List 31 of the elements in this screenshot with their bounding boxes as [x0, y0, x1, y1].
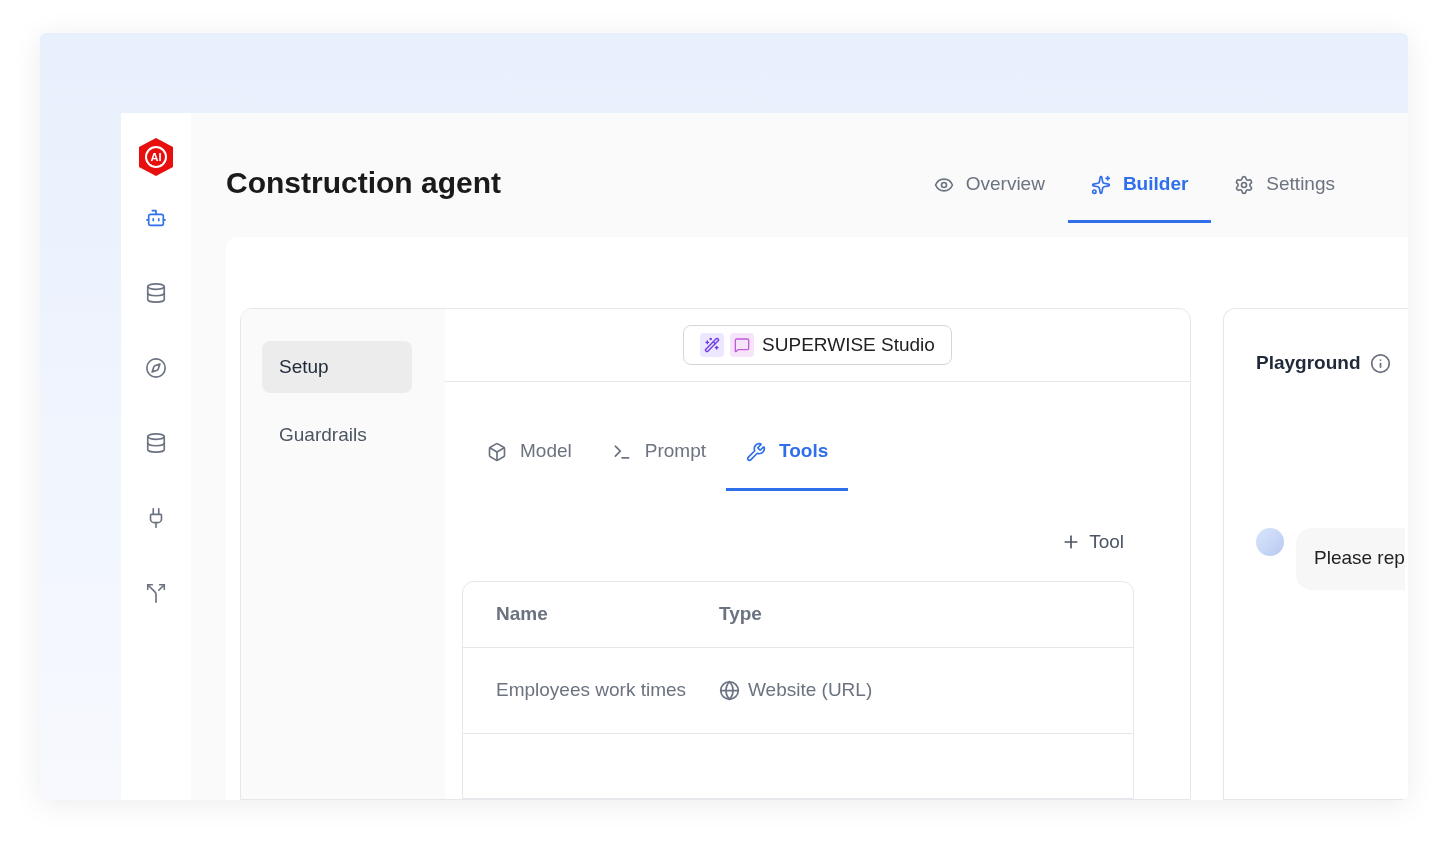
table-cell-text: Employees work times: [496, 677, 688, 702]
sub-tab[interactable]: Prompt: [591, 415, 726, 491]
info-icon: [1369, 352, 1391, 374]
compass-icon[interactable]: [145, 357, 167, 379]
nav-item[interactable]: Setup: [262, 341, 412, 393]
nav-item[interactable]: Guardrails: [262, 409, 412, 461]
chat-message: Please rep: [1296, 527, 1405, 590]
robot-icon[interactable]: [145, 207, 167, 229]
magic-wand-icon: [700, 333, 725, 357]
database-icon[interactable]: [145, 282, 167, 304]
cube-icon: [487, 441, 507, 462]
sparkles-icon: [1090, 174, 1111, 195]
studio-button[interactable]: SUPERWISE Studio: [683, 325, 952, 365]
settings-icon: [1234, 174, 1255, 195]
page-title: Construction agent: [226, 165, 501, 201]
playground-title: Playground: [1256, 351, 1361, 375]
tab[interactable]: Settings: [1211, 149, 1358, 223]
database-icon[interactable]: [145, 432, 167, 454]
table-cell: Website (URL): [719, 675, 873, 705]
sub-tab[interactable]: Tools: [726, 415, 849, 491]
globe-icon: [719, 679, 740, 701]
studio-label: SUPERWISE Studio: [762, 332, 935, 357]
logo-icon: AI: [137, 137, 175, 177]
column-header: Type: [719, 601, 762, 626]
column-header: Name: [496, 601, 549, 626]
tab[interactable]: Overview: [910, 149, 1068, 223]
sub-tab[interactable]: Model: [467, 415, 592, 491]
split-arrows-icon[interactable]: [145, 582, 167, 604]
wrench-icon: [746, 441, 766, 462]
tab[interactable]: Builder: [1067, 149, 1212, 223]
add-tool-button[interactable]: Tool: [1061, 528, 1124, 557]
